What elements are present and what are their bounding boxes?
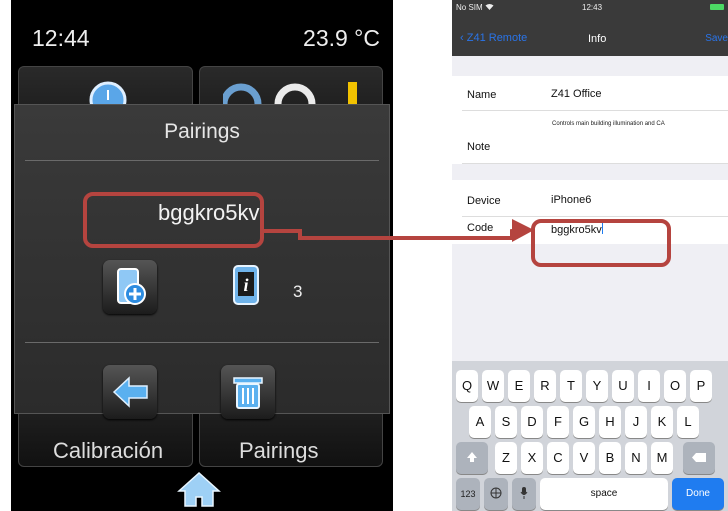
- connector-arrow: [264, 219, 534, 242]
